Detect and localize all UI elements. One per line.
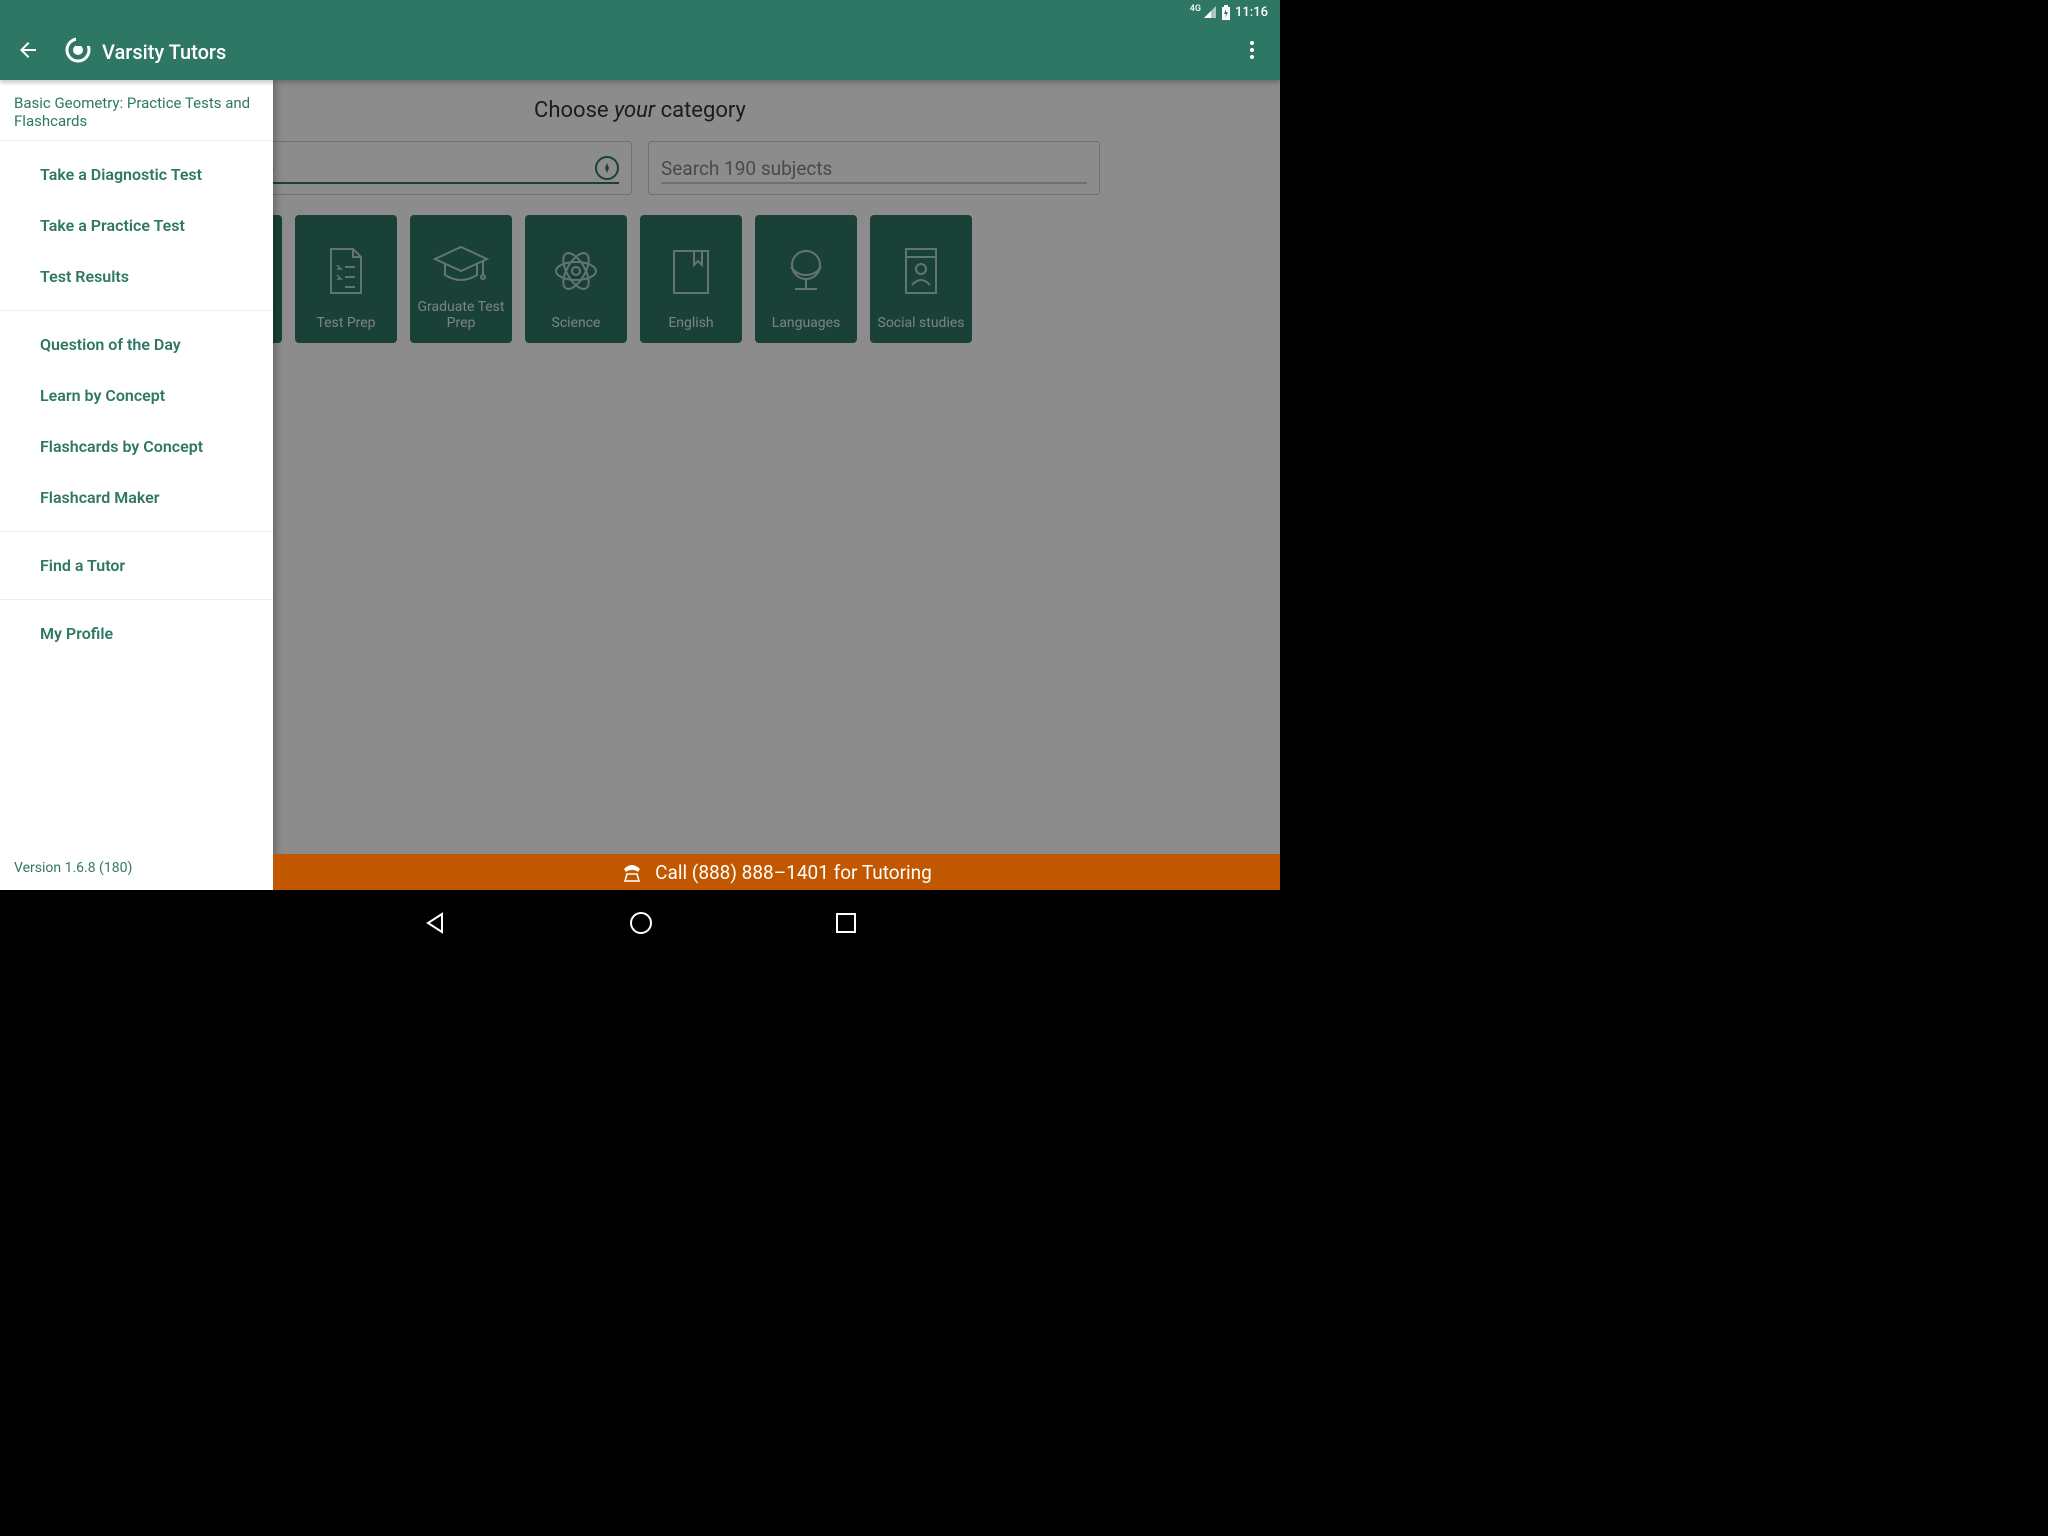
android-nav-bar: [0, 890, 1280, 960]
nav-recents-button[interactable]: [834, 911, 858, 939]
drawer-version: Version 1.6.8 (180): [0, 846, 273, 890]
drawer-item-diagnostic[interactable]: Take a Diagnostic Test: [0, 149, 273, 200]
app-logo-icon: [64, 36, 92, 68]
battery-icon: [1221, 5, 1231, 20]
signal-icon: [1203, 5, 1217, 19]
call-tutoring-bar[interactable]: Call (888) 888–1401 for Tutoring: [273, 854, 1280, 890]
status-bar: 4G 11:16: [0, 0, 1280, 24]
network-indicator: 4G: [1190, 5, 1217, 19]
phone-icon: [621, 861, 643, 883]
drawer-group-3: Find a Tutor: [0, 532, 273, 600]
drawer-group-2: Question of the Day Learn by Concept Fla…: [0, 311, 273, 532]
app-header: Varsity Tutors: [0, 24, 1280, 80]
overflow-menu-button[interactable]: [1240, 38, 1264, 66]
back-button[interactable]: [16, 38, 40, 66]
drawer-item-practice[interactable]: Take a Practice Test: [0, 200, 273, 251]
nav-home-button[interactable]: [628, 910, 654, 940]
drawer-item-learnconcept[interactable]: Learn by Concept: [0, 370, 273, 421]
app-title: Varsity Tutors: [102, 40, 226, 64]
drawer-group-4: My Profile: [0, 600, 273, 667]
drawer-item-results[interactable]: Test Results: [0, 251, 273, 302]
clock: 11:16: [1235, 5, 1268, 20]
nav-back-button[interactable]: [422, 910, 448, 940]
drawer-item-qotd[interactable]: Question of the Day: [0, 319, 273, 370]
drawer-item-flashconcept[interactable]: Flashcards by Concept: [0, 421, 273, 472]
drawer-item-findtutor[interactable]: Find a Tutor: [0, 540, 273, 591]
drawer-item-profile[interactable]: My Profile: [0, 608, 273, 659]
drawer-item-flashmaker[interactable]: Flashcard Maker: [0, 472, 273, 523]
navigation-drawer: Basic Geometry: Practice Tests and Flash…: [0, 80, 273, 890]
drawer-group-1: Take a Diagnostic Test Take a Practice T…: [0, 141, 273, 311]
drawer-title: Basic Geometry: Practice Tests and Flash…: [0, 80, 273, 141]
